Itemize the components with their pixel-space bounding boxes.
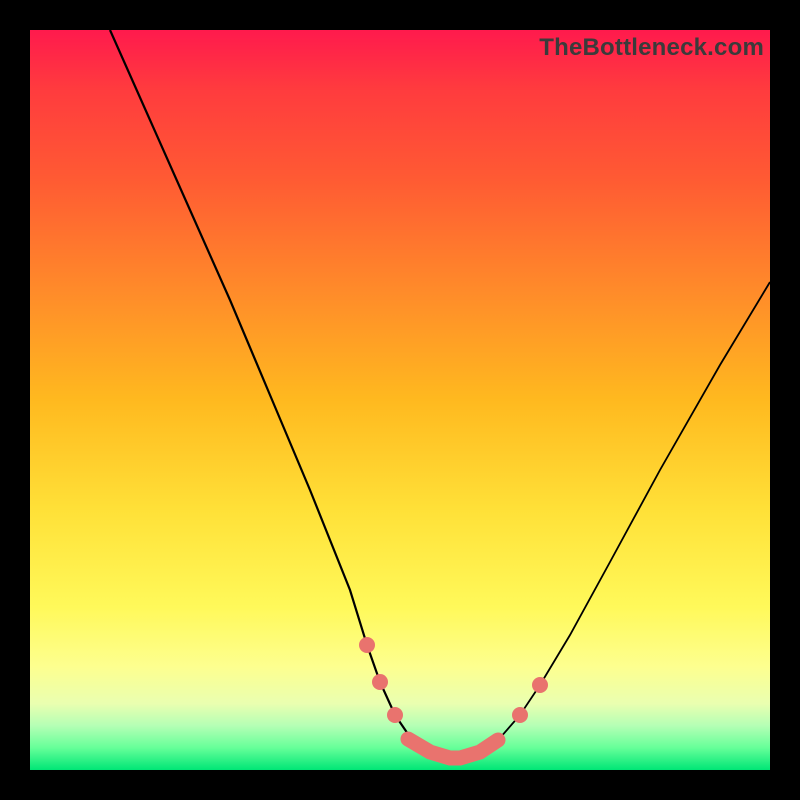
marker-dot bbox=[372, 674, 388, 690]
right-curve bbox=[460, 282, 770, 758]
optimal-band-line bbox=[408, 739, 498, 758]
left-curve bbox=[110, 30, 450, 758]
marker-dot bbox=[387, 707, 403, 723]
chart-frame: TheBottleneck.com bbox=[0, 0, 800, 800]
marker-dot bbox=[532, 677, 548, 693]
marker-dot bbox=[359, 637, 375, 653]
curves-svg bbox=[30, 30, 770, 770]
marker-dot bbox=[512, 707, 528, 723]
plot-area: TheBottleneck.com bbox=[30, 30, 770, 770]
